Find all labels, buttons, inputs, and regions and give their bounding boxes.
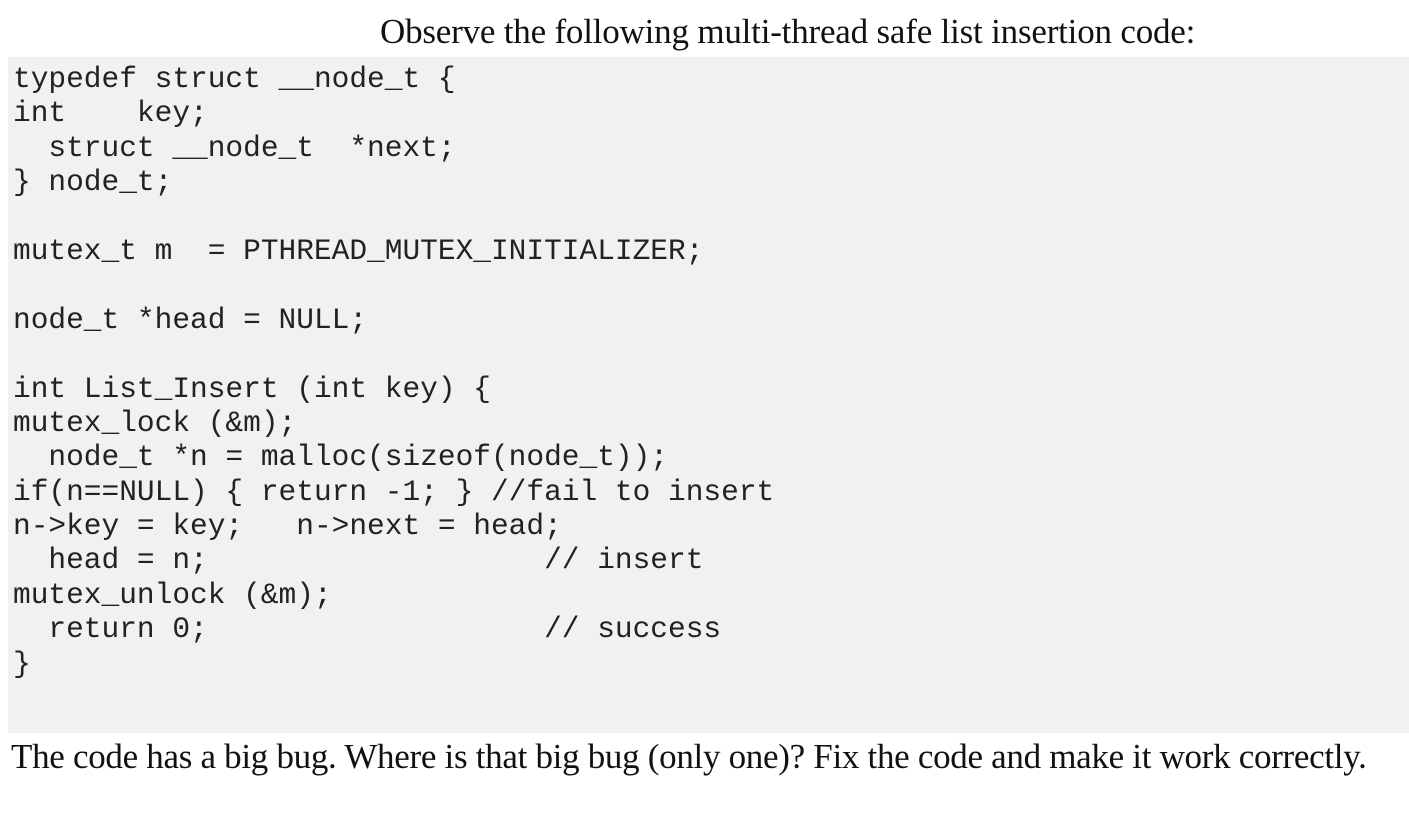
code-listing: typedef struct __node_t {int key; struct… <box>13 62 774 681</box>
code-line: if(n==NULL) { return -1; } //fail to ins… <box>13 474 775 509</box>
code-line: mutex_unlock (&m); <box>13 577 332 612</box>
code-line: mutex_t m = PTHREAD_MUTEX_INITIALIZER; <box>13 233 704 268</box>
code-line: int List_Insert (int key) { <box>13 371 491 406</box>
code-line: struct __node_t *next; <box>13 130 456 165</box>
page-title: Observe the following multi-thread safe … <box>380 12 1196 51</box>
code-line: typedef struct __node_t { <box>13 62 456 96</box>
code-line: node_t *head = NULL; <box>13 302 368 337</box>
question-text: The code has a big bug. Where is that bi… <box>11 737 1367 776</box>
code-block: typedef struct __node_t {int key; struct… <box>8 57 1409 733</box>
code-line: node_t *n = malloc(sizeof(node_t)); <box>13 440 669 475</box>
code-line: mutex_lock (&m); <box>13 405 297 440</box>
code-line: } <box>13 646 31 681</box>
code-line: } node_t; <box>13 165 173 200</box>
code-line: return 0; // success <box>13 612 722 647</box>
code-line: head = n; // insert <box>13 543 704 578</box>
code-line: n->key = key; n->next = head; <box>13 509 562 544</box>
code-line: int key; <box>13 96 208 131</box>
